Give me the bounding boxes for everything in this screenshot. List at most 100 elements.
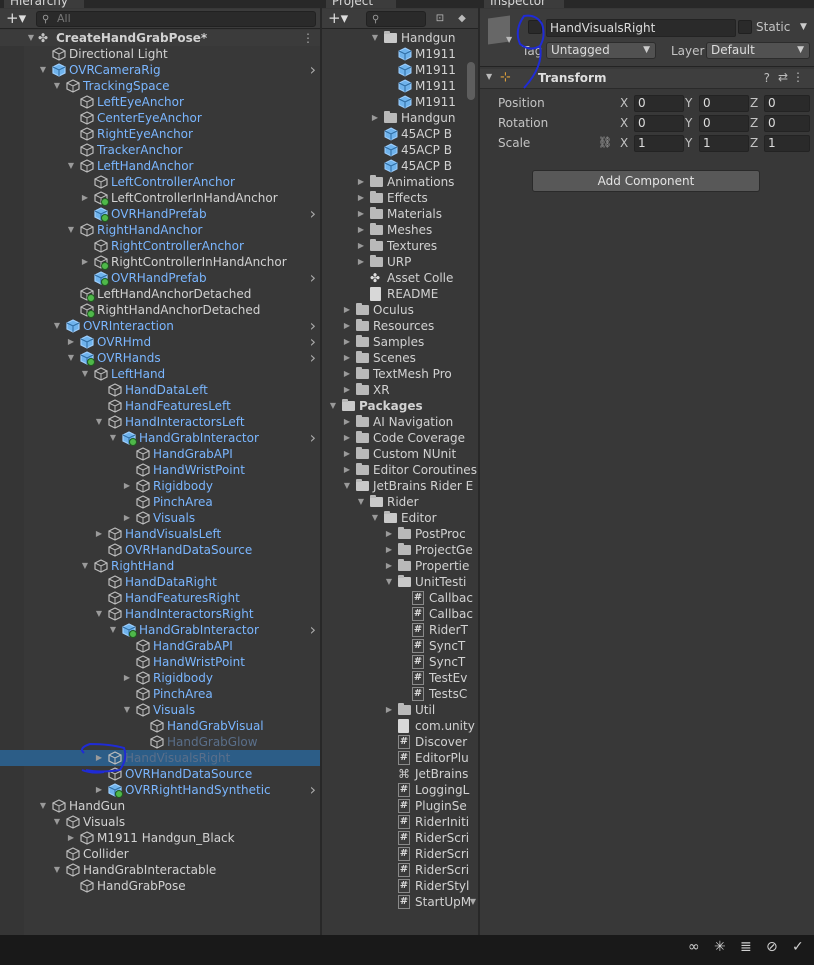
- project-row[interactable]: 45ACP B: [322, 126, 468, 142]
- constrain-proportions-icon[interactable]: ⛓: [598, 136, 612, 149]
- collapse-arrow-icon[interactable]: ▶: [356, 238, 366, 254]
- project-row[interactable]: # PluginSe: [322, 798, 468, 814]
- project-row[interactable]: # RiderIniti: [322, 814, 469, 830]
- project-row[interactable]: ▶ Animations: [322, 174, 468, 190]
- check-icon[interactable]: ✓: [792, 939, 804, 955]
- project-row[interactable]: ▶ Propertie: [322, 558, 469, 574]
- collapse-arrow-icon[interactable]: ▶: [342, 302, 352, 318]
- add-component-button[interactable]: Add Component: [532, 170, 760, 192]
- project-row[interactable]: ▼ Editor: [322, 510, 468, 526]
- collapse-arrow-icon[interactable]: ▶: [356, 222, 366, 238]
- project-row[interactable]: # Callbac: [322, 590, 473, 606]
- project-row[interactable]: ▶ PostProc: [322, 526, 468, 542]
- project-row[interactable]: ▶ XR: [322, 382, 468, 398]
- project-row[interactable]: ▼ Packages: [322, 398, 468, 414]
- collapse-arrow-icon[interactable]: ▶: [342, 430, 352, 446]
- project-row[interactable]: ▶ Textures: [322, 238, 468, 254]
- expand-arrow-icon[interactable]: ▼: [384, 574, 394, 590]
- expand-arrow-icon[interactable]: ▼: [328, 398, 338, 414]
- project-row[interactable]: M1911: [322, 94, 468, 110]
- project-row[interactable]: # StartUpM: [322, 894, 471, 910]
- project-row[interactable]: # TestEv: [322, 670, 468, 686]
- project-row[interactable]: ▼ JetBrains Rider E: [322, 478, 473, 494]
- project-row[interactable]: ▶ Materials: [322, 206, 468, 222]
- collapse-arrow-icon[interactable]: ▶: [356, 206, 366, 222]
- project-row[interactable]: ▶ Meshes: [322, 222, 468, 238]
- search-by-label-icon[interactable]: ◆: [454, 11, 470, 27]
- project-row[interactable]: # RiderStyl: [322, 878, 469, 894]
- collapse-arrow-icon[interactable]: ▶: [384, 542, 394, 558]
- project-row[interactable]: 45ACP B: [322, 142, 468, 158]
- collapse-arrow-icon[interactable]: ▶: [384, 702, 394, 718]
- collapse-arrow-icon[interactable]: ▶: [370, 110, 380, 126]
- scale-z-field[interactable]: 1: [764, 135, 810, 152]
- debug-bug-icon[interactable]: ✳: [714, 939, 726, 955]
- collapse-arrow-icon[interactable]: ▶: [342, 350, 352, 366]
- project-row[interactable]: # RiderT: [322, 622, 468, 638]
- scale-x-field[interactable]: 1: [634, 135, 684, 152]
- scale-y-field[interactable]: 1: [699, 135, 749, 152]
- expand-arrow-icon[interactable]: ▼: [370, 30, 380, 46]
- tab-project[interactable]: Project: [326, 0, 396, 8]
- project-search-input[interactable]: ⚲: [366, 11, 426, 27]
- collapse-arrow-icon[interactable]: ▶: [342, 334, 352, 350]
- project-row-label: RiderScri: [415, 831, 470, 845]
- project-row[interactable]: # RiderScri: [322, 846, 469, 862]
- project-row[interactable]: ▶ Resources: [322, 318, 468, 334]
- project-row[interactable]: # LoggingL: [322, 782, 469, 798]
- scroll-down-icon[interactable]: ▼: [470, 897, 476, 906]
- project-row[interactable]: README: [322, 286, 468, 302]
- project-scrollbar-thumb[interactable]: [467, 62, 475, 100]
- layers-icon[interactable]: ≣: [740, 939, 752, 955]
- project-row[interactable]: ▼ Rider: [322, 494, 468, 510]
- project-row[interactable]: ▼ Handgun: [322, 30, 468, 46]
- expand-arrow-icon[interactable]: ▼: [342, 478, 352, 494]
- search-by-type-icon[interactable]: ⊡: [432, 11, 448, 27]
- project-row[interactable]: # Callbac: [322, 606, 473, 622]
- collapse-arrow-icon[interactable]: ▶: [342, 414, 352, 430]
- collab-icon[interactable]: ∞: [688, 939, 700, 955]
- project-row[interactable]: # SyncT: [322, 638, 468, 654]
- collapse-arrow-icon[interactable]: ▶: [384, 526, 394, 542]
- collapse-arrow-icon[interactable]: ▶: [356, 190, 366, 206]
- project-row[interactable]: # RiderScri: [322, 862, 469, 878]
- notifications-icon[interactable]: ⊘: [766, 939, 778, 955]
- project-row[interactable]: ▶ ProjectGe: [322, 542, 473, 558]
- collapse-arrow-icon[interactable]: ▶: [342, 366, 352, 382]
- project-row[interactable]: ▶ Code Coverage: [322, 430, 468, 446]
- collapse-arrow-icon[interactable]: ▶: [356, 254, 366, 270]
- collapse-arrow-icon[interactable]: ▶: [342, 318, 352, 334]
- collapse-arrow-icon[interactable]: ▶: [342, 382, 352, 398]
- project-row[interactable]: M1911: [322, 62, 468, 78]
- project-row[interactable]: ▶ Handgun: [322, 110, 468, 126]
- project-row[interactable]: ▶ Oculus: [322, 302, 468, 318]
- expand-arrow-icon[interactable]: ▼: [356, 494, 366, 510]
- project-row[interactable]: M1911: [322, 46, 468, 62]
- collapse-arrow-icon[interactable]: ▶: [356, 174, 366, 190]
- expand-arrow-icon[interactable]: ▼: [370, 510, 380, 526]
- project-row[interactable]: ▶ Editor Coroutines: [322, 462, 477, 478]
- project-row[interactable]: # TestsC: [322, 686, 468, 702]
- project-row[interactable]: ✤ Asset Colle: [322, 270, 468, 286]
- project-row[interactable]: ▶ Util: [322, 702, 468, 718]
- project-row[interactable]: # Discover: [322, 734, 468, 750]
- project-row[interactable]: 45ACP B: [322, 158, 468, 174]
- project-row[interactable]: ▶ URP: [322, 254, 468, 270]
- project-row[interactable]: ▶ TextMesh Pro: [322, 366, 468, 382]
- project-row[interactable]: ▶ Effects: [322, 190, 468, 206]
- collapse-arrow-icon[interactable]: ▶: [342, 446, 352, 462]
- project-row[interactable]: ⌘ JetBrains: [322, 766, 468, 782]
- collapse-arrow-icon[interactable]: ▶: [384, 558, 394, 574]
- project-row[interactable]: ▶ Samples: [322, 334, 468, 350]
- project-row[interactable]: ▼ UnitTesti: [322, 574, 468, 590]
- project-row[interactable]: ▶ Scenes: [322, 350, 468, 366]
- collapse-arrow-icon[interactable]: ▶: [342, 462, 352, 478]
- project-row[interactable]: # SyncT: [322, 654, 468, 670]
- add-icon[interactable]: +▾: [328, 10, 348, 27]
- project-row[interactable]: # EditorPlu: [322, 750, 469, 766]
- project-row[interactable]: com.unity: [322, 718, 475, 734]
- project-row[interactable]: ▶ Custom NUnit: [322, 446, 468, 462]
- project-row[interactable]: M1911: [322, 78, 468, 94]
- project-row[interactable]: # RiderScri: [322, 830, 470, 846]
- project-row[interactable]: ▶ AI Navigation: [322, 414, 468, 430]
